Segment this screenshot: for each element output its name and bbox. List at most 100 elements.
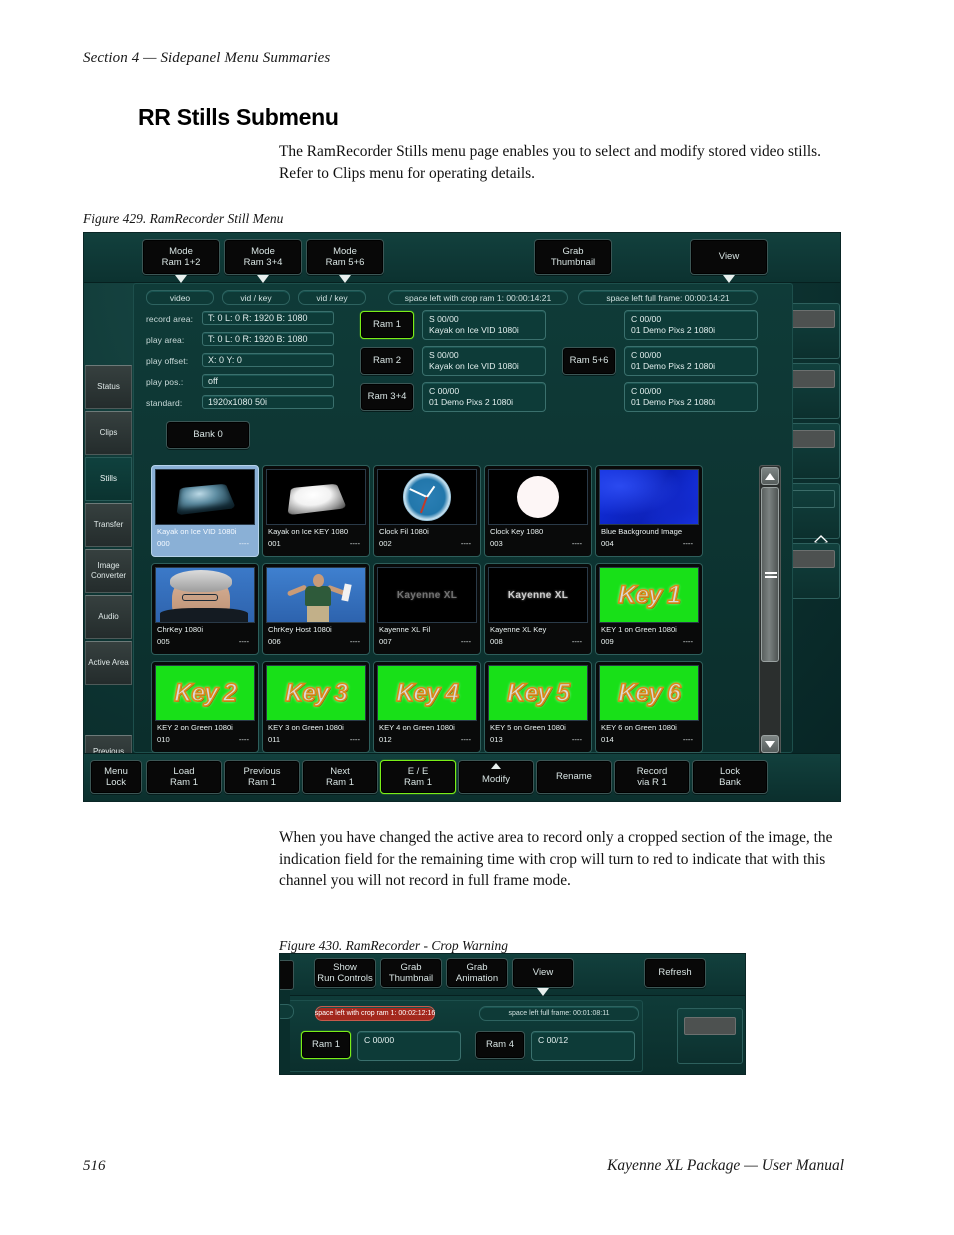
grab-thumbnail-button[interactable]: Grab Thumbnail: [534, 239, 612, 275]
scrollbar-thumb[interactable]: [761, 487, 779, 662]
hair-shape: [170, 570, 232, 592]
intro-paragraph: The RamRecorder Stills menu page enables…: [279, 143, 821, 182]
thumbnail-004[interactable]: Blue Background Image 004 ----: [595, 465, 703, 557]
thumbnail-001[interactable]: Kayak on Ice KEY 1080 001 ----: [262, 465, 370, 557]
mode-ram-5-6-button[interactable]: Mode Ram 5+6: [306, 239, 384, 283]
thumbnail-name: KEY 4 on Green 1080i: [379, 723, 455, 732]
thumbnail-009[interactable]: Key 1 KEY 1 on Green 1080i 009 ----: [595, 563, 703, 655]
sidebar-item-transfer[interactable]: Transfer: [85, 503, 132, 547]
thumbnail-013[interactable]: Key 5 KEY 5 on Green 1080i 013 ----: [484, 661, 592, 753]
button-line1: Rename: [556, 771, 592, 783]
thumbnail-grid: Kayak on Ice VID 1080i 000 ---- Kayak on…: [151, 465, 716, 755]
button-line2: Ram 1+2: [161, 257, 201, 268]
ram-5-6-button[interactable]: Ram 5+6: [562, 347, 616, 375]
thumbnail-005[interactable]: ChrKey 1080i 005 ----: [151, 563, 259, 655]
thumbnail-meta-row: 010 ----: [155, 733, 255, 745]
thumbnail-index: 012: [379, 735, 392, 744]
chevron-down-icon: [339, 275, 351, 283]
refresh-button[interactable]: Refresh: [644, 958, 706, 988]
status-pill-video: video: [146, 290, 214, 305]
sidebar-item-active-area[interactable]: Active Area: [85, 641, 132, 685]
thumbnail-012[interactable]: Key 4 KEY 4 on Green 1080i 012 ----: [373, 661, 481, 753]
next-ram-1-button[interactable]: Next Ram 1: [302, 760, 378, 794]
thumbnail-index: 004: [601, 539, 614, 548]
thumbnail-scrollbar[interactable]: [759, 465, 781, 755]
load-ram-1-button[interactable]: Load Ram 1: [146, 760, 222, 794]
ram-2-button[interactable]: Ram 2: [360, 347, 414, 375]
param-value: 1920x1080 50i: [208, 397, 268, 407]
sidebar-item-audio[interactable]: Audio: [85, 595, 132, 639]
field-play-area[interactable]: T: 0 L: 0 R: 1920 B: 1080: [202, 332, 334, 346]
thumbnail-011[interactable]: Key 3 KEY 3 on Green 1080i 011 ----: [262, 661, 370, 753]
lock-bank-button[interactable]: Lock Bank: [692, 760, 768, 794]
thumbnail-008[interactable]: Kayenne XL Kayenne XL Key 008 ----: [484, 563, 592, 655]
param-value: off: [208, 376, 218, 386]
kayenne-wordmark-key-art: Kayenne XL: [489, 568, 587, 622]
mode-ram-1-2-button[interactable]: Mode Ram 1+2: [142, 239, 220, 283]
thumbnail-006[interactable]: ChrKey Host 1080i 006 ----: [262, 563, 370, 655]
status-line1: C 00/00: [631, 350, 662, 360]
scroll-down-icon[interactable]: [761, 735, 779, 753]
modify-button[interactable]: Modify: [458, 760, 534, 794]
thumbnail-000[interactable]: Kayak on Ice VID 1080i 000 ----: [151, 465, 259, 557]
page-number: 516: [83, 1158, 106, 1174]
key-on-green-art: Key 2: [156, 666, 254, 720]
menu-lock-button[interactable]: Menu Lock: [90, 760, 142, 794]
scroll-up-icon[interactable]: [761, 467, 779, 485]
ram-1-button[interactable]: Ram 1: [301, 1031, 351, 1059]
sidebar-item-label: Image Converter: [90, 561, 127, 580]
rename-button[interactable]: Rename: [536, 760, 612, 794]
ram-1-status: C 00/00: [357, 1031, 461, 1061]
thumbnail-image: [266, 567, 366, 623]
sidebar-item-label: Active Area: [88, 658, 129, 667]
figure-430-caption: Figure 430. RamRecorder - Crop Warning: [279, 938, 508, 953]
mode-ram-3-4-button[interactable]: Mode Ram 3+4: [224, 239, 302, 283]
thumbnail-010[interactable]: Key 2 KEY 2 on Green 1080i 010 ----: [151, 661, 259, 753]
ee-ram-1-button[interactable]: E / E Ram 1: [380, 760, 456, 794]
ram-4-status: C 00/12: [531, 1031, 635, 1061]
view-button[interactable]: View: [512, 958, 574, 996]
kayak-key-art: [287, 483, 347, 516]
sidebar-item-status[interactable]: Status: [85, 365, 132, 409]
ramrecorder-crop-warning-figure: Show Run Controls Grab Thumbnail Grab An…: [279, 953, 746, 1075]
field-play-pos[interactable]: off: [202, 374, 334, 388]
thumbnail-dashes: ----: [349, 735, 360, 744]
thumbnail-003[interactable]: Clock Key 1080 003 ----: [484, 465, 592, 557]
top-button-bar: Mode Ram 1+2 Mode Ram 3+4 Mode Ram 5+6 G…: [84, 233, 840, 283]
thumbnail-name: KEY 3 on Green 1080i: [268, 723, 344, 732]
show-run-controls-button[interactable]: Show Run Controls: [314, 958, 376, 988]
field-standard[interactable]: 1920x1080 50i: [202, 395, 334, 409]
sidebar-item-stills[interactable]: Stills: [85, 457, 132, 501]
thumbnail-014[interactable]: Key 6 KEY 6 on Green 1080i 014 ----: [595, 661, 703, 753]
crop-inner-frame: space left with crop ram 1: 00:02:12:16 …: [288, 1000, 643, 1072]
label-standard: standard:: [146, 398, 182, 408]
sidebar-item-image-converter[interactable]: Image Converter: [85, 549, 132, 593]
thumbnail-002[interactable]: Clock Fil 1080i 002 ----: [373, 465, 481, 557]
previous-ram-1-button[interactable]: Previous Ram 1: [224, 760, 300, 794]
thumbnail-meta-row: 001 ----: [266, 537, 366, 549]
sidebar-item-clips[interactable]: Clips: [85, 411, 132, 455]
ram-3-4-button[interactable]: Ram 3+4: [360, 383, 414, 411]
grab-thumbnail-button[interactable]: Grab Thumbnail: [380, 958, 442, 988]
field-record-area[interactable]: T: 0 L: 0 R: 1920 B: 1080: [202, 311, 334, 325]
record-via-r1-button[interactable]: Record via R 1: [614, 760, 690, 794]
ram-4-button[interactable]: Ram 4: [475, 1031, 525, 1059]
status-line2: 01 Demo Pixs 2 1080i: [429, 397, 514, 407]
ram-1-button[interactable]: Ram 1: [360, 311, 414, 339]
view-button[interactable]: View: [690, 239, 768, 283]
bank-button[interactable]: Bank 0: [166, 421, 250, 449]
thumbnail-index: 014: [601, 735, 614, 744]
thumbnail-index: 013: [490, 735, 503, 744]
field-play-offset[interactable]: X: 0 Y: 0: [202, 353, 334, 367]
thumbnail-index: 011: [268, 735, 281, 744]
button-line2: Ram 1: [404, 777, 432, 788]
thumbnail-image: [266, 469, 366, 525]
button-line1: Refresh: [658, 967, 692, 979]
crop-left-partial-button[interactable]: [280, 960, 294, 990]
thumbnail-007[interactable]: Kayenne XL Kayenne XL Fil 007 ----: [373, 563, 481, 655]
button-line1: Mode: [251, 245, 275, 257]
button-line2: Ram 1: [326, 777, 354, 788]
crop-right-soft-key[interactable]: [677, 1008, 743, 1064]
grab-animation-button[interactable]: Grab Animation: [446, 958, 508, 988]
pill-text: space left with crop ram 1: 00:00:14:21: [404, 292, 552, 303]
